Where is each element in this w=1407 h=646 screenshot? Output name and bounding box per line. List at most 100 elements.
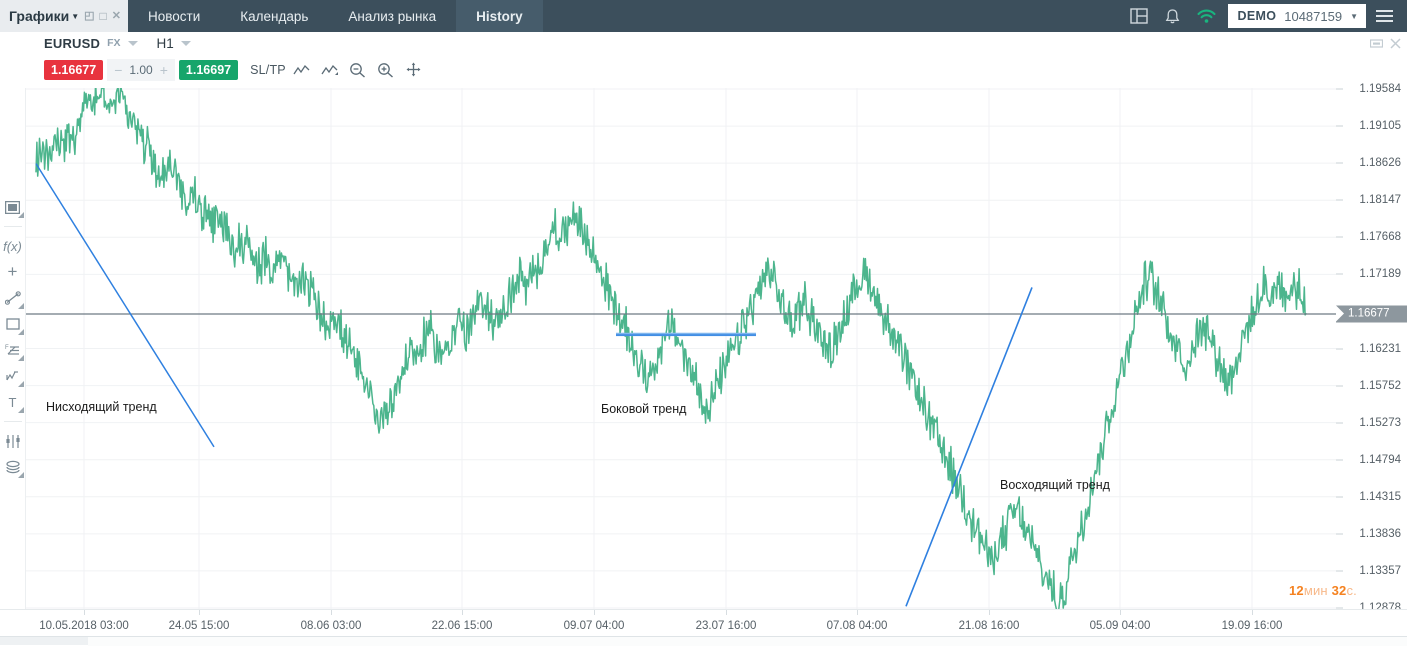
volume-value[interactable]: 1.00 [129,63,152,77]
nav-item-calendar[interactable]: Календарь [220,0,328,32]
price-axis-label: 1.17668 [1359,231,1401,244]
zoom-out-icon[interactable] [346,59,370,81]
instrument-row-trade: 1.16677 − 1.00 + 1.16697 SL/TP [26,57,1407,83]
nav-item-history[interactable]: History [456,0,543,32]
hamburger-menu-icon[interactable] [1372,10,1399,22]
tool-expand-corner[interactable] [17,381,24,387]
tool-expand-corner[interactable] [17,472,24,478]
tool-expand-corner[interactable] [17,355,24,361]
tool-expand-corner[interactable] [17,329,24,335]
volume-stepper[interactable]: − 1.00 + [107,59,175,81]
tool-expand-corner[interactable] [17,303,24,309]
price-axis-tick [1336,459,1343,461]
price-axis-label: 1.18626 [1359,157,1401,170]
chevron-down-icon[interactable] [180,40,191,46]
sltp-button[interactable]: SL/TP [250,63,286,77]
close-panel-icon[interactable] [1390,36,1401,54]
time-axis-tick [84,610,85,615]
instrument-toolbar: EURUSD FX H1 1.16677 − 1.00 + 1.16697 SL… [26,32,1407,88]
tool-expand-corner[interactable] [17,407,24,413]
account-selector[interactable]: DEMO 10487159 ▼ [1227,4,1366,28]
time-axis-label: 09.07 04:00 [563,620,625,632]
buy-price-button[interactable]: 1.16697 [178,60,239,80]
nav-item-news[interactable]: Новости [128,0,220,32]
price-axis-tick [1336,162,1343,164]
volume-decrease-button[interactable]: − [114,62,122,78]
move-tool-icon[interactable] [402,59,426,81]
chart-canvas[interactable] [26,88,1336,609]
wifi-icon[interactable] [1190,9,1224,24]
chart-panel-window-buttons [1369,36,1401,54]
price-axis-label: 1.13836 [1359,527,1401,540]
maximize-icon[interactable]: □ [100,10,107,22]
indicators-fx-icon[interactable]: f(x) [0,233,26,259]
account-number: 10487159 [1284,8,1343,24]
line-tool-icon[interactable] [0,285,26,311]
time-axis-label: 08.06 03:00 [300,620,362,632]
time-axis-tick [857,610,858,615]
symbol-label[interactable]: EURUSD [44,36,100,51]
tab-charts[interactable]: Графики ▼ ◰ □ ✕ [0,0,129,32]
tool-expand-corner[interactable] [17,212,24,218]
layout-icon[interactable] [1122,8,1156,24]
layers-tool-icon[interactable] [0,454,26,480]
fibonacci-tool-icon[interactable]: F [0,337,26,363]
nav-item-market-analysis[interactable]: Анализ рынка [328,0,456,32]
annotation-downtrend: Нисходящий тренд [46,400,157,414]
chart-type-icon[interactable] [0,194,26,220]
price-axis-tick [1336,570,1343,572]
price-axis-label: 1.13357 [1359,564,1401,577]
current-price-badge[interactable]: 1.16677 [1336,305,1407,323]
restore-icon[interactable]: ◰ [84,10,94,22]
channels-tool-icon[interactable] [0,428,26,454]
bar-countdown-timer: 12мин 32с. [1289,583,1357,598]
sell-price-button[interactable]: 1.16677 [44,60,104,80]
price-axis-label: 1.14315 [1359,490,1401,503]
market-type-label: FX [107,37,121,49]
chevron-down-icon[interactable] [127,40,138,46]
price-axis-label: 1.14794 [1359,453,1401,466]
time-axis-tick [1252,610,1253,615]
timeframe-label[interactable]: H1 [157,36,174,51]
time-axis-tick [726,610,727,615]
main-nav: Новости Календарь Анализ рынка History [128,0,543,32]
price-axis[interactable]: 1.19584 1.19105 1.18626 1.18147 1.17668 1.171… [1336,83,1407,614]
countdown-minutes-unit: мин [1303,583,1328,598]
channel-tool-icon[interactable] [318,59,342,81]
price-axis-tick [1336,348,1343,349]
rectangle-tool-icon[interactable] [0,311,26,337]
countdown-minutes: 12 [1288,583,1304,598]
time-axis-label: 07.08 04:00 [826,620,888,632]
time-axis-label: 23.07 16:00 [695,620,757,632]
tab-charts-label: Графики [9,8,70,24]
app-header: Графики ▼ ◰ □ ✕ Новости Календарь Анализ… [0,0,1407,32]
volume-increase-button[interactable]: + [160,62,168,78]
close-icon[interactable]: ✕ [112,10,121,22]
elliott-wave-tool-icon[interactable] [0,363,26,389]
time-axis-tick [989,610,990,615]
zoom-in-icon[interactable] [374,59,398,81]
header-right-group: DEMO 10487159 ▼ [1122,0,1407,32]
crosshair-add-icon[interactable]: + [0,259,26,285]
trendline-tool-icon[interactable] [290,59,314,81]
account-type: DEMO [1237,9,1277,23]
price-axis-tick [1336,199,1343,201]
time-axis-label: 05.09 04:00 [1089,620,1151,632]
time-axis-label: 24.05 15:00 [168,620,230,632]
instrument-row-symbol: EURUSD FX H1 [26,32,1407,54]
time-axis-label: 19.09 16:00 [1221,620,1283,632]
price-axis-label: 1.17189 [1359,268,1401,281]
price-axis-tick [1336,533,1343,535]
bottom-scrollbar[interactable] [0,636,1407,646]
annotation-sideways: Боковой тренд [601,402,687,416]
bell-icon[interactable] [1156,8,1190,25]
chevron-down-icon[interactable]: ▼ [1350,12,1358,21]
price-axis-label: 1.16231 [1359,342,1401,355]
time-axis-tick [331,610,332,615]
price-axis-label: 1.18147 [1359,194,1401,207]
price-chart[interactable]: Нисходящий тренд Боковой тренд Восходящи… [26,88,1336,609]
text-tool-icon[interactable]: T [0,389,26,415]
chevron-down-icon[interactable]: ▼ [71,12,79,21]
minimize-panel-icon[interactable] [1369,36,1384,54]
time-axis-tick [462,610,463,615]
